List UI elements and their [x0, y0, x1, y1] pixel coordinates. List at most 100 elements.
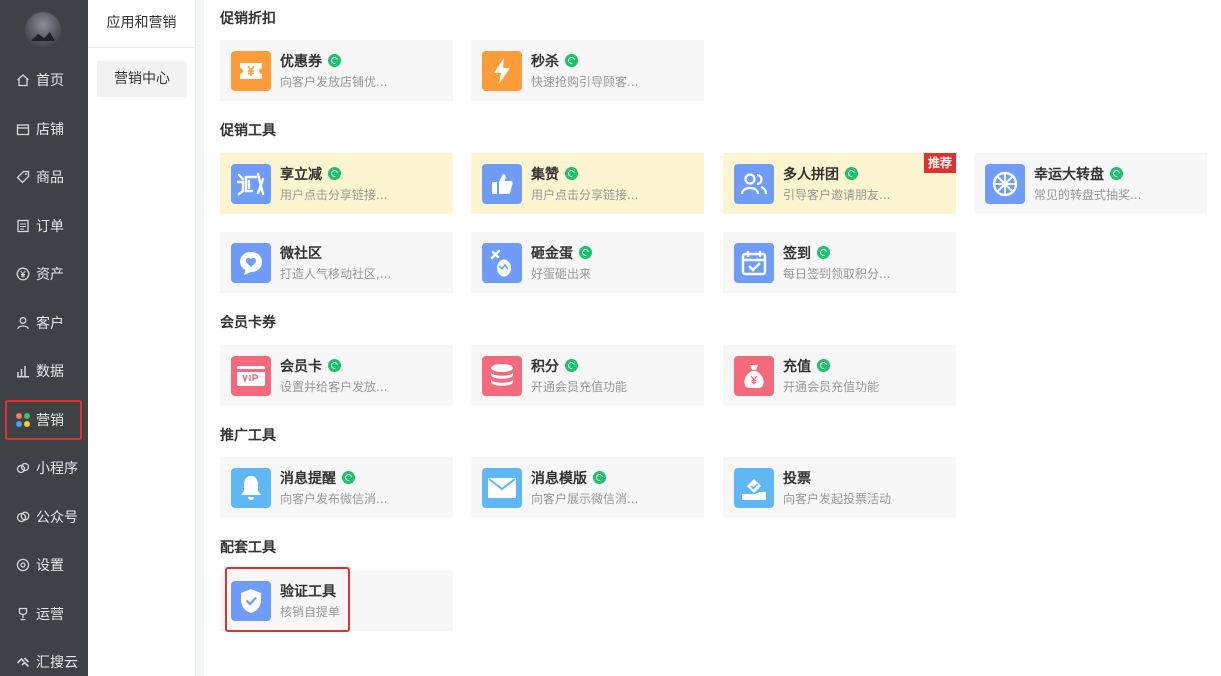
app-card-share-discount[interactable]: 享立减 用户点击分享链接...: [220, 153, 453, 214]
miniprogram-badge-icon: [565, 359, 578, 372]
miniprogram-badge-icon: [817, 246, 830, 259]
miniprogram-badge-icon: [342, 471, 355, 484]
app-window: 首页 店铺 商品 订单 资产 客户 数据 营销 小程序 公众号 设置 运营 汇搜…: [0, 0, 1221, 676]
highlight-frame: [5, 400, 82, 440]
nav-label: 订单: [36, 219, 64, 235]
nav-item-store[interactable]: 店铺: [0, 105, 88, 153]
nav-item-huisouyun[interactable]: 汇搜云: [0, 638, 88, 676]
marketing-center-content: 促销折扣 优惠券 向客户发放店铺优... 秒杀 快速抢购引导顾客... 促销工具…: [204, 0, 1221, 676]
tag-icon: [16, 170, 30, 184]
nav-item-customers[interactable]: 客户: [0, 299, 88, 347]
user-icon: [16, 316, 30, 330]
card-desc: 向客户展示微信消...: [531, 492, 639, 506]
app-card-member-card[interactable]: 会员卡 设置并给客户发放...: [220, 345, 453, 406]
card-title: 集赞: [531, 164, 578, 184]
card-title: 多人拼团: [783, 164, 858, 184]
card-title: 验证工具: [280, 584, 336, 600]
card-title: 享立减: [280, 164, 341, 184]
app-card-message-reminder[interactable]: 消息提醒 向客户发布微信消...: [220, 457, 453, 518]
miniprogram-badge-icon: [565, 54, 578, 67]
nav-label: 首页: [36, 73, 64, 89]
card-title: 微社区: [280, 246, 322, 262]
card-desc: 核销自提单: [280, 605, 341, 619]
card-desc: 引导客户邀请朋友...: [783, 188, 891, 202]
miniprogram-badge-icon: [1110, 167, 1123, 180]
huisouyun-icon: [16, 655, 30, 669]
nav-label: 资产: [36, 267, 64, 283]
card-title: 充值: [783, 356, 830, 376]
app-card-lucky-wheel[interactable]: 幸运大转盘 常见的转盘式抽奖...: [974, 153, 1207, 214]
miniprogram-badge-icon: [328, 167, 341, 180]
vip-card-icon: [231, 356, 271, 396]
home-icon: [16, 73, 30, 87]
miniprogram-badge-icon: [565, 167, 578, 180]
card-desc: 快速抢购引导顾客...: [531, 75, 639, 89]
nav-label: 客户: [36, 316, 64, 332]
app-card-points[interactable]: 积分 开通会员充值功能: [471, 345, 704, 406]
miniprogram-icon: [16, 461, 30, 475]
miniprogram-badge-icon: [328, 54, 341, 67]
miniprogram-badge-icon: [328, 359, 341, 372]
app-card-flash-sale[interactable]: 秒杀 快速抢购引导顾客...: [471, 40, 704, 101]
nav-item-official-account[interactable]: 公众号: [0, 493, 88, 541]
app-card-group-buy[interactable]: 多人拼团 引导客户邀请朋友... 推荐: [723, 153, 956, 214]
nav-item-settings[interactable]: 设置: [0, 541, 88, 589]
miniprogram-badge-icon: [579, 246, 592, 259]
nav-item-data[interactable]: 数据: [0, 347, 88, 395]
money-bag-icon: [734, 356, 774, 396]
section-title: 推广工具: [220, 428, 276, 444]
coupon-icon: [231, 51, 271, 91]
subnav-item-marketing-center[interactable]: 营销中心: [97, 61, 187, 97]
card-title: 消息提醒: [280, 468, 355, 488]
order-icon: [16, 219, 30, 233]
community-icon: [231, 243, 271, 283]
card-desc: 开通会员充值功能: [783, 380, 880, 394]
card-title: 消息模版: [531, 468, 606, 488]
nav-item-goods[interactable]: 商品: [0, 153, 88, 201]
card-desc: 向客户发起投票活动: [783, 492, 892, 506]
nav-label: 小程序: [36, 461, 78, 477]
checkin-icon: [734, 243, 774, 283]
nav-item-assets[interactable]: 资产: [0, 250, 88, 298]
app-card-checkin[interactable]: 签到 每日签到领取积分...: [723, 232, 956, 293]
app-card-golden-egg[interactable]: 砸金蛋 好蛋砸出来: [471, 232, 704, 293]
app-card-verification-tool[interactable]: 验证工具 核销自提单: [220, 570, 453, 631]
app-card-coupon[interactable]: 优惠券 向客户发放店铺优...: [220, 40, 453, 101]
nav-item-orders[interactable]: 订单: [0, 202, 88, 250]
card-desc: 常见的转盘式抽奖...: [1034, 188, 1142, 202]
section-title: 配套工具: [220, 540, 276, 556]
nav-label: 汇搜云: [36, 655, 78, 671]
nav-item-operations[interactable]: 运营: [0, 590, 88, 638]
card-desc: 设置并给客户发放...: [280, 380, 388, 394]
card-title: 积分: [531, 356, 578, 376]
thumbs-up-icon: [482, 164, 522, 204]
app-card-message-template[interactable]: 消息模版 向客户展示微信消...: [471, 457, 704, 518]
shield-check-icon: [231, 581, 271, 621]
nav-item-home[interactable]: 首页: [0, 56, 88, 104]
nav-item-miniprogram[interactable]: 小程序: [0, 444, 88, 492]
recommend-badge: 推荐: [923, 153, 956, 173]
miniprogram-badge-icon: [817, 359, 830, 372]
mail-icon: [482, 468, 522, 508]
nav-label: 商品: [36, 170, 64, 186]
card-desc: 向客户发放店铺优...: [280, 75, 388, 89]
lightning-icon: [482, 51, 522, 91]
app-card-micro-community[interactable]: 微社区 打造人气移动社区,...: [220, 232, 453, 293]
avatar[interactable]: [25, 12, 61, 48]
bell-icon: [231, 468, 271, 508]
nav-label: 运营: [36, 607, 64, 623]
miniprogram-badge-icon: [593, 471, 606, 484]
nav-item-marketing[interactable]: 营销: [0, 396, 88, 444]
card-desc: 好蛋砸出来: [531, 267, 592, 281]
vote-icon: [734, 468, 774, 508]
card-title: 幸运大转盘: [1034, 164, 1123, 184]
card-desc: 打造人气移动社区,...: [280, 267, 392, 281]
app-card-likes[interactable]: 集赞 用户点击分享链接...: [471, 153, 704, 214]
card-title: 秒杀: [531, 51, 578, 71]
app-card-recharge[interactable]: 充值 开通会员充值功能: [723, 345, 956, 406]
app-card-vote[interactable]: 投票 向客户发起投票活动: [723, 457, 956, 518]
card-title: 投票: [783, 471, 811, 487]
wheel-icon: [985, 164, 1025, 204]
card-title: 签到: [783, 243, 830, 263]
store-icon: [16, 122, 30, 136]
